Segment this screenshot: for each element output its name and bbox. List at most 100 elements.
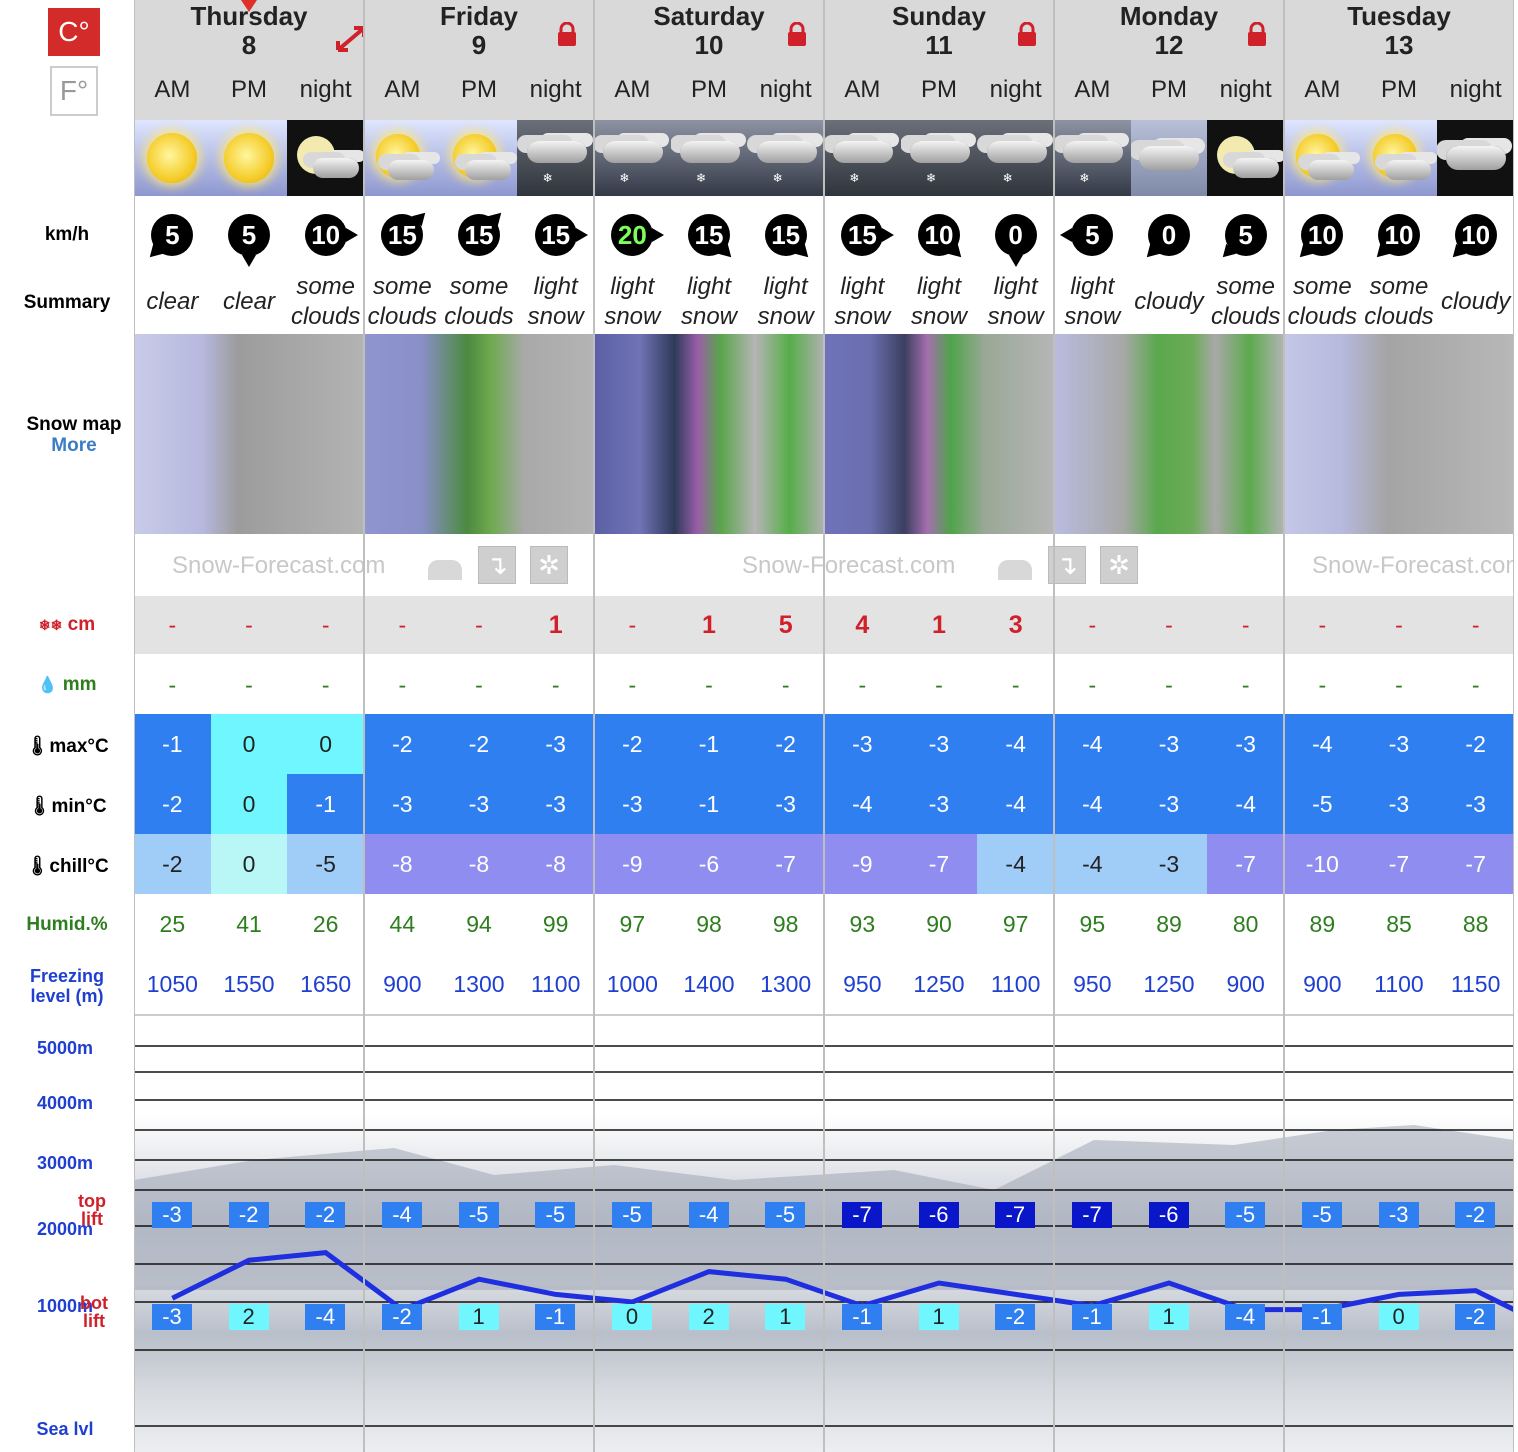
summary-line: clouds [444,303,514,330]
summary-line: light [610,273,655,300]
snow-map-image[interactable] [1054,334,1284,534]
snow-map-image[interactable] [134,334,364,534]
watermark-text: Snow-Forecast.com [742,552,956,579]
snow-map-image[interactable] [594,334,824,534]
max-temp-value: -3 [1207,714,1284,774]
summary-line: snow [527,303,584,330]
snow-cloud-icon: ❄ [1054,120,1131,196]
expand-icon[interactable] [334,24,366,52]
bot-lift-label: bot lift [80,1293,108,1331]
sun-icon [134,120,211,196]
chill-temp-value: -8 [517,834,594,894]
cloud-icon[interactable] [996,546,1034,584]
chill-temp-value: -5 [287,834,364,894]
chill-temp-value: -3 [1130,834,1208,894]
max-temp-label: 🌡max°C [25,736,109,757]
freezing-level-value: 950 [1073,970,1112,997]
wind-direction-icon [1008,255,1023,267]
min-temp-value: -4 [1207,774,1284,834]
snow-cloud-icon: ❄ [977,120,1054,196]
period-label: AM [824,60,901,120]
chill-temp-label: 🌡chill°C [25,856,109,877]
wind-direction-icon [882,228,895,242]
lock-icon[interactable] [786,21,808,46]
wind-speed: 5 [144,214,194,263]
bottom-lift-temp: -4 [1225,1304,1266,1330]
snow-map-image[interactable] [1284,334,1514,534]
arrow-down-icon[interactable]: ↴ [478,546,516,584]
top-lift-temp: -6 [918,1202,959,1228]
lock-icon[interactable] [1246,21,1268,46]
summary-line: clouds [290,303,361,330]
period-label: night [287,60,364,120]
min-temp-value: -3 [364,774,441,834]
snow-map-more-link[interactable]: More [0,435,148,457]
cloud-icon[interactable] [426,546,464,584]
top-lift-temp: -7 [995,1202,1036,1228]
summary-text: cloudy [1437,272,1514,332]
fahrenheit-button[interactable]: F° [50,66,98,116]
wind-direction-icon [1060,228,1073,242]
top-lift-temp: -2 [228,1202,269,1228]
summary-text: some clouds [287,272,364,332]
alt-2000-label: 2000m [36,1219,94,1239]
top-lift-temp: -3 [152,1202,192,1228]
wind-direction-icon [1448,243,1467,263]
freezing-level-value: 1400 [683,970,735,997]
snow-amount: 1 [702,610,716,639]
max-temp-value: -1 [670,714,748,774]
freezing-level-value: 1650 [300,970,352,997]
humidity-value: 88 [1462,910,1489,937]
max-temp-value: -3 [517,714,594,774]
wind-speed: 10 [1371,214,1420,263]
lock-icon[interactable] [1016,21,1038,46]
freezing-level-value: 1100 [530,970,581,997]
day-name: Tuesday [1347,1,1451,31]
rain-amount: - [1241,671,1250,698]
snowflake-icon[interactable]: ✲ [1100,546,1138,584]
snow-map-image[interactable] [364,334,594,534]
snow-amount: - [168,611,177,638]
chill-temp-value: 0 [210,834,288,894]
summary-line: some [1292,273,1352,300]
bottom-lift-temp: -4 [305,1304,346,1330]
summary-line: clouds [1210,303,1281,330]
moon-cloud-icon [287,120,364,196]
snow-amount: - [1471,611,1480,638]
wind-speed: 15 [457,207,507,256]
wind-indicator: 15 [517,200,594,270]
humidity-value: 97 [1002,910,1029,937]
wind-speed: 15 [841,214,895,256]
snow-map-image[interactable] [824,334,1054,534]
summary-line: light [686,273,731,300]
humidity-value: 98 [772,910,799,937]
summary-line: light [533,273,578,300]
summary-line: clouds [1364,303,1434,330]
snow-amount: - [628,611,637,638]
alt-sea-label: Sea lvl [36,1419,94,1439]
summary-line: snow [604,303,661,330]
summary-line: light [916,273,961,300]
period-label: PM [1130,60,1208,120]
chill-temp-value: -7 [1360,834,1438,894]
celsius-button[interactable]: C° [48,8,100,56]
summary-line: light [763,273,808,300]
chill-temp-value: -2 [134,834,211,894]
wind-indicator: 5 [211,200,288,270]
lock-icon[interactable] [556,21,578,46]
day-separator [1283,0,1285,1452]
humidity-value: 98 [696,910,722,937]
summary-line: light [1070,273,1115,300]
chill-temp-value: -7 [1437,834,1514,894]
freezing-level-value: 900 [1226,970,1265,997]
day-separator [363,0,365,1452]
freezing-level-value: 1250 [913,970,965,997]
snowflake-icon[interactable]: ✲ [530,546,568,584]
bottom-lift-temp: 2 [228,1304,269,1330]
day-date: 8 [241,30,257,60]
rain-amount: - [1318,671,1327,698]
bottom-lift-temp: -1 [535,1304,576,1330]
humidity-value: 25 [159,910,186,937]
summary-line: cloudy [1134,288,1204,315]
rain-amount: - [1011,671,1020,698]
